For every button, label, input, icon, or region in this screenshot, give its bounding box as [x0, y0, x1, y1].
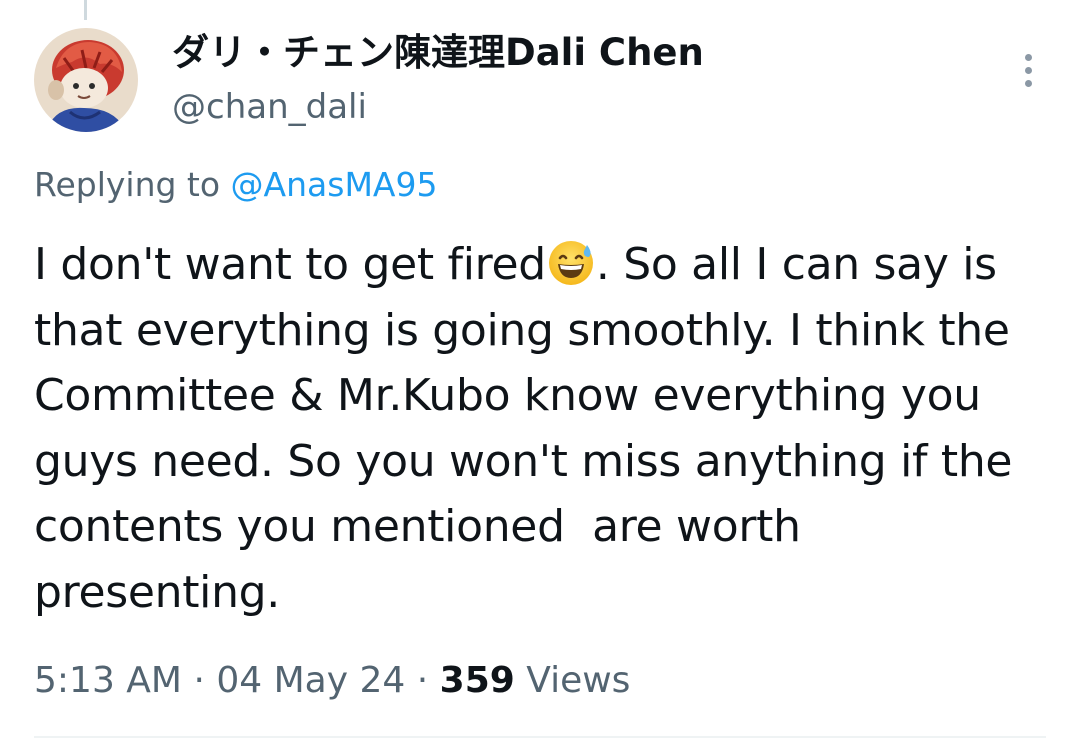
author-handle[interactable]: @chan_dali: [172, 84, 367, 130]
views-count: 359: [439, 660, 515, 701]
more-vertical-icon: [1025, 54, 1032, 61]
tweet-date[interactable]: 04 May 24: [216, 660, 405, 701]
author-display-name[interactable]: ダリ・チェン陳達理Dali Chen: [172, 28, 704, 78]
thread-connector-line: [84, 0, 87, 20]
replying-to-label: Replying to: [34, 165, 221, 204]
meta-separator-2: ·: [416, 660, 429, 701]
tweet-metadata: 5:13 AM · 04 May 24 · 359 Views: [34, 656, 630, 706]
views-label: Views: [526, 660, 631, 701]
tweet-time[interactable]: 5:13 AM: [34, 660, 182, 701]
more-options-button[interactable]: [1008, 46, 1048, 94]
more-vertical-icon-dot: [1025, 67, 1032, 74]
tweet-text-part-2: . So all I can say is that everything is…: [34, 239, 1026, 618]
author-avatar[interactable]: [34, 28, 138, 132]
divider: [34, 736, 1046, 738]
avatar-illustration-icon: [34, 28, 138, 132]
meta-separator: ·: [193, 660, 205, 701]
tweet-text-part-1: I don't want to get fired: [34, 239, 546, 290]
more-vertical-icon-dot: [1025, 80, 1032, 87]
replying-to-line: Replying to @AnasMA95: [34, 162, 438, 208]
tweet-text: I don't want to get fired . So all I can…: [34, 232, 1044, 625]
replying-to-mention-link[interactable]: @AnasMA95: [231, 165, 438, 204]
grinning-face-with-sweat-icon: [547, 239, 595, 287]
